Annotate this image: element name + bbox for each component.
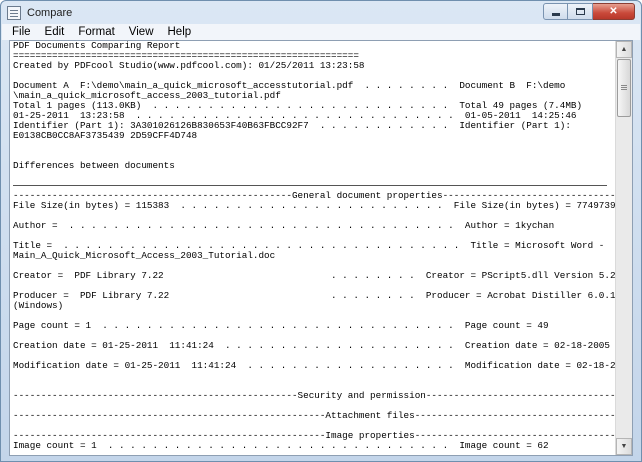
menu-file[interactable]: File (12, 26, 31, 38)
arrow-down-icon: ▼ (620, 443, 628, 450)
minimize-icon (551, 13, 560, 16)
report-line: ----------------------------------------… (13, 410, 615, 421)
report-text-area[interactable]: PDF Documents Comparing Report ==========… (9, 40, 633, 456)
menu-bar: File Edit Format View Help (2, 24, 640, 40)
report-line (13, 371, 615, 381)
report-line (13, 141, 615, 151)
scroll-down-button[interactable]: ▼ (616, 438, 632, 455)
report-line: Author = . . . . . . . . . . . . . . . .… (13, 220, 555, 231)
report-line: (Windows) (13, 300, 64, 311)
report-line: File Size(in bytes) = 115383 . . . . . .… (13, 200, 615, 211)
report-content[interactable]: PDF Documents Comparing Report ==========… (13, 41, 615, 455)
report-line: Modification date = 01-25-2011 11:41:24 … (13, 360, 615, 371)
report-line: Creator = PDF Library 7.22 . . . . . . .… (13, 270, 615, 281)
maximize-icon (575, 8, 585, 15)
compare-window: Compare ✕ File Edit Format View Help PDF… (0, 0, 642, 462)
maximize-button[interactable] (568, 3, 593, 20)
grip-icon (621, 85, 627, 86)
arrow-up-icon: ▲ (620, 46, 628, 53)
window-title: Compare (27, 6, 73, 19)
close-icon: ✕ (609, 5, 618, 17)
report-line: Main_A_Quick_Microsoft_Access_2003_Tutor… (13, 250, 276, 261)
document-icon (7, 5, 21, 20)
scroll-up-button[interactable]: ▲ (616, 41, 632, 58)
menu-help[interactable]: Help (168, 26, 192, 38)
vertical-scrollbar[interactable]: ▲ ▼ (615, 41, 632, 455)
menu-view[interactable]: View (129, 26, 154, 38)
report-line (13, 171, 615, 181)
report-line: Creation date = 01-25-2011 11:41:24 . . … (13, 340, 615, 351)
window-controls: ✕ (543, 3, 635, 20)
report-line: Differences between documents (13, 160, 175, 171)
report-line: E0138CB0CC8AF3735439 2D59CFF4D748 (13, 130, 198, 141)
report-line: Created by PDFcool Studio(www.pdfcool.co… (13, 60, 365, 71)
report-line: Producer = PDF Library 7.22 . . . . . . … (13, 290, 615, 301)
scroll-thumb[interactable] (617, 59, 631, 117)
separator-rule (13, 185, 607, 186)
minimize-button[interactable] (543, 3, 568, 20)
report-line: Page count = 1 . . . . . . . . . . . . .… (13, 320, 549, 331)
report-line: ----------------------------------------… (13, 390, 615, 401)
title-bar[interactable]: Compare ✕ (1, 1, 641, 24)
menu-format[interactable]: Format (78, 26, 114, 38)
report-line: Image count = 1 . . . . . . . . . . . . … (13, 440, 549, 451)
close-button[interactable]: ✕ (593, 3, 635, 20)
menu-edit[interactable]: Edit (45, 26, 65, 38)
